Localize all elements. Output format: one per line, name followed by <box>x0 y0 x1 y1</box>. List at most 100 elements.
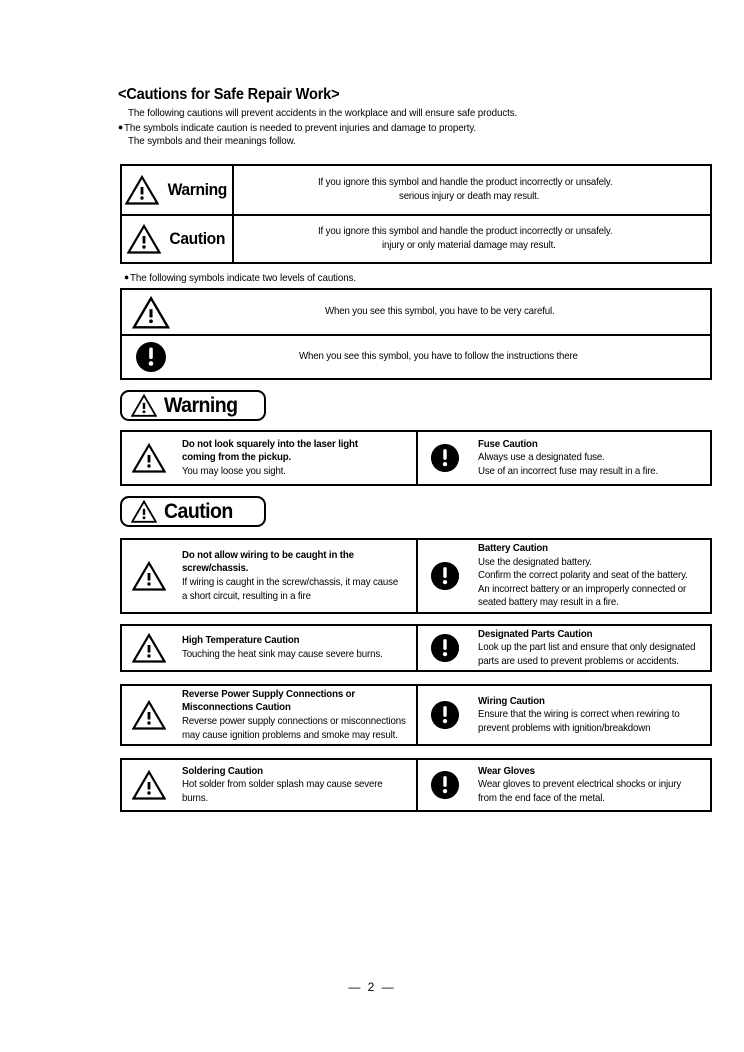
caution-item-left: Soldering Caution Hot solder from solder… <box>122 760 418 810</box>
warning-triangle-icon <box>126 224 161 254</box>
warning-triangle-icon <box>132 443 166 473</box>
item-line: Reverse Power Supply Connections or <box>182 688 356 700</box>
item-line: Do not allow wiring to be caught in the <box>182 549 354 561</box>
item-line: prevent problems with ignition/breakdown <box>478 722 651 734</box>
exclamation-circle-icon <box>136 342 166 372</box>
symbol-icon-cell <box>122 290 180 334</box>
item-line: You may loose you sight. <box>182 465 286 477</box>
level-icon-cell: Warning <box>122 166 234 214</box>
item-line: Ensure that the wiring is correct when r… <box>478 709 680 721</box>
caution-item-text: Wiring Caution Ensure that the wiring is… <box>472 695 710 736</box>
warning-item-icon-cell <box>418 443 472 473</box>
item-line: Wear Gloves <box>478 765 535 777</box>
item-line: Wiring Caution <box>478 695 545 707</box>
item-line: Soldering Caution <box>182 765 263 777</box>
document-page: <Cautions for Safe Repair Work> The foll… <box>0 0 744 1052</box>
caution-item-icon-cell <box>122 633 176 663</box>
item-line: a short circuit, resulting in a fire <box>182 590 311 602</box>
level-label: Warning <box>167 180 227 199</box>
page-title: <Cautions for Safe Repair Work> <box>118 86 340 103</box>
item-line: An incorrect battery or an improperly co… <box>478 583 687 595</box>
table-row: High Temperature Caution Touching the he… <box>122 626 710 670</box>
caution-section-header: Caution <box>120 496 266 527</box>
bullet-glyph: ● <box>118 122 124 132</box>
level-line: If you ignore this symbol and handle the… <box>318 226 613 238</box>
caution-item-left: Do not allow wiring to be caught in the … <box>122 540 418 612</box>
warning-item-right: Fuse Caution Always use a designated fus… <box>418 432 710 484</box>
symbols-note-text: The following symbols indicate two level… <box>130 273 356 284</box>
caution-items-table-2: High Temperature Caution Touching the he… <box>120 624 712 672</box>
caution-items-table-1: Do not allow wiring to be caught in the … <box>120 538 712 614</box>
caution-item-text: Do not allow wiring to be caught in the … <box>176 549 416 603</box>
table-row: Do not look squarely into the laser ligh… <box>122 432 710 484</box>
warning-item-text: Do not look squarely into the laser ligh… <box>176 438 416 479</box>
warning-triangle-icon <box>124 175 159 205</box>
caution-item-text: Battery Caution Use the designated batte… <box>472 542 710 610</box>
caution-item-right: Wear Gloves Wear gloves to prevent elect… <box>418 760 710 810</box>
caution-item-left: Reverse Power Supply Connections or Misc… <box>122 686 418 744</box>
item-line: parts are used to prevent problems or ac… <box>478 655 679 667</box>
item-line: Wear gloves to prevent electrical shocks… <box>478 779 682 791</box>
page-number: — 2 — <box>348 980 396 994</box>
item-line: may cause ignition problems and smoke ma… <box>182 729 398 741</box>
caution-item-text: Reverse Power Supply Connections or Misc… <box>176 688 421 742</box>
item-line: Use of an incorrect fuse may result in a… <box>478 465 659 477</box>
item-line: High Temperature Caution <box>182 635 300 647</box>
warning-item-icon-cell <box>122 443 176 473</box>
table-row: Soldering Caution Hot solder from solder… <box>122 760 710 810</box>
item-line: Use the designated battery. <box>478 556 592 568</box>
item-line: seated battery may result in a fire. <box>478 597 619 609</box>
caution-item-icon-cell <box>418 633 472 663</box>
caution-item-right: Designated Parts Caution Look up the par… <box>418 626 710 670</box>
caution-item-text: Wear Gloves Wear gloves to prevent elect… <box>472 765 710 806</box>
warning-triangle-icon <box>132 561 166 591</box>
warning-triangle-icon <box>131 394 157 417</box>
bullet-glyph: ● <box>124 272 130 282</box>
caution-item-text: Soldering Caution Hot solder from solder… <box>176 765 416 806</box>
table-row: Warning If you ignore this symbol and ha… <box>122 166 710 214</box>
item-line: Designated Parts Caution <box>478 628 593 640</box>
intro-line-3: The symbols and their meanings follow. <box>128 136 296 147</box>
warning-triangle-icon <box>132 295 170 329</box>
caution-item-icon-cell <box>418 770 472 800</box>
symbol-icon-cell <box>122 336 180 378</box>
item-line: burns. <box>182 792 209 804</box>
intro-line-2-text: The symbols indicate caution is needed t… <box>124 123 477 134</box>
item-line: Reverse power supply connections or misc… <box>182 716 406 727</box>
warning-section-label: Warning <box>164 393 238 417</box>
caution-item-right: Wiring Caution Ensure that the wiring is… <box>418 686 710 744</box>
warning-triangle-icon <box>132 633 166 663</box>
warning-triangle-icon <box>132 700 166 730</box>
item-line: screw/chassis. <box>182 563 249 575</box>
item-line: Hot solder from solder splash may cause … <box>182 779 383 791</box>
caution-item-icon-cell <box>122 561 176 591</box>
level-line: If you ignore this symbol and handle the… <box>318 177 613 189</box>
item-line: Confirm the correct polarity and seat of… <box>478 570 688 582</box>
level-line: serious injury or death may result. <box>399 191 540 202</box>
warning-item-left: Do not look squarely into the laser ligh… <box>122 432 418 484</box>
caution-item-icon-cell <box>122 700 176 730</box>
item-line: Do not look squarely into the laser ligh… <box>182 438 358 450</box>
warning-section-header: Warning <box>120 390 266 421</box>
item-line: If wiring is caught in the screw/chassis… <box>182 577 399 588</box>
level-description-cell: If you ignore this symbol and handle the… <box>234 216 710 262</box>
item-line: from the end face of the metal. <box>478 792 605 804</box>
item-line: coming from the pickup. <box>182 452 292 464</box>
symbol-description-cell: When you see this symbol, you have to fo… <box>180 336 710 378</box>
item-line: Look up the part list and ensure that on… <box>478 642 696 654</box>
table-row: Caution If you ignore this symbol and ha… <box>122 214 710 262</box>
warning-items-table: Do not look squarely into the laser ligh… <box>120 430 712 486</box>
symbol-description-cell: When you see this symbol, you have to be… <box>180 290 710 334</box>
exclamation-circle-icon <box>430 633 460 663</box>
caution-section-label: Caution <box>164 499 233 523</box>
caution-item-icon-cell <box>122 770 176 800</box>
exclamation-circle-icon <box>430 443 460 473</box>
symbols-note: ●The following symbols indicate two leve… <box>124 272 356 284</box>
exclamation-circle-icon <box>430 770 460 800</box>
symbol-line: When you see this symbol, you have to be… <box>325 306 555 318</box>
caution-items-table-4: Soldering Caution Hot solder from solder… <box>120 758 712 812</box>
item-line: Always use a designated fuse. <box>478 452 605 464</box>
item-line: Battery Caution <box>478 543 548 555</box>
intro-line-2: ●The symbols indicate caution is needed … <box>118 122 476 134</box>
caution-item-right: Battery Caution Use the designated batte… <box>418 540 710 612</box>
